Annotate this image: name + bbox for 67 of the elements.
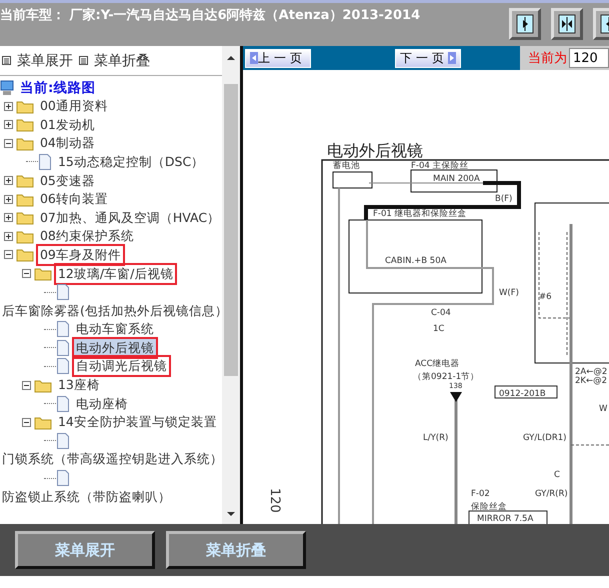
tree-page-item[interactable]: 电动座椅 [74,394,130,413]
folder-icon [16,173,34,188]
tree-folder-item[interactable]: 05变速器 [38,172,97,190]
scrollbar[interactable] [222,46,240,524]
computer-icon [0,80,14,96]
tree-folder-item[interactable]: 07加热、通风及空调（HVAC） [38,208,222,227]
folder-icon [16,117,34,132]
vehicle-title: 当前车型： 厂家:Y-一汽马自达马自达6阿特兹（Atenza）2013-2014 [0,6,420,24]
expand-toggle[interactable] [4,102,13,111]
tree-page-item[interactable]: 后车窗除雾器(包括加热外后视镜信息） [0,302,222,320]
document-icon [38,154,52,170]
next-page-button[interactable]: 下一页 [395,48,461,68]
tree-page-item[interactable]: 电动车窗系统 [74,320,156,338]
tree-page-item[interactable]: 15动态稳定控制（DSC） [56,152,206,171]
document-icon [56,470,70,486]
collapse-toggle[interactable] [4,250,13,260]
expand-toggle[interactable] [4,120,13,130]
tree-folder-item[interactable]: 13座椅 [56,376,102,394]
layout-toggle-button[interactable] [551,8,583,40]
right-arrow-icon [448,52,456,64]
expand-toggle[interactable] [4,194,13,204]
document-icon [56,432,70,449]
folder-icon [34,266,52,282]
tree-folder-item[interactable]: 01发动机 [38,116,97,134]
collapse-toggle[interactable] [22,380,31,390]
folder-icon [16,210,34,226]
folder-icon [34,378,52,393]
expand-toggle[interactable] [4,176,13,186]
document-icon [56,358,70,374]
tree-folder-item[interactable]: 08约束保护系统 [38,227,136,246]
tree-folder-item[interactable]: 14安全防护装置与锁定装置 [56,413,219,432]
folder-icon [16,98,34,114]
tree-page-item[interactable]: 门锁系统（带高级遥控钥匙进入系统） [0,450,222,468]
tree-page-item[interactable]: 防盗锁止系统（带防盗喇叭） [0,488,173,506]
document-icon [56,340,70,356]
list-icon [79,56,88,65]
page-number-field[interactable]: 120 [569,48,609,68]
folder-icon [16,136,34,151]
folder-icon [16,192,34,207]
collapse-toggle[interactable] [4,138,13,148]
folder-icon [16,228,34,244]
folder-icon [34,414,52,430]
previous-page-button[interactable]: 上一页 [245,48,311,68]
document-icon [56,321,70,338]
folder-icon [16,247,34,262]
tree-page-item[interactable]: 自动调光后视镜 [74,357,169,376]
tree-folder-item[interactable]: 00通用资料 [38,97,110,116]
list-icon [2,56,11,65]
tree-folder-item[interactable]: 09车身及附件 [38,246,123,264]
menu-link[interactable]: 菜单展开 [2,52,73,70]
tree-folder-item[interactable]: 12玻璃/车窗/后视镜 [56,264,176,283]
document-icon [56,396,70,412]
left-arrow-icon [250,52,258,64]
scroll-up-icon[interactable] [226,54,236,62]
document-icon [56,284,70,300]
scroll-down-icon[interactable] [226,510,236,518]
menu-link[interactable]: 菜单折叠 [79,52,150,70]
collapse-toggle[interactable] [22,418,31,427]
tree-root-label: 当前:线路图 [18,78,96,97]
layout-toggle-button[interactable] [509,8,541,40]
expand-toggle[interactable] [4,213,13,222]
collapse-toggle[interactable] [22,269,31,278]
expand-toggle[interactable] [4,232,13,241]
tree-folder-item[interactable]: 06转向装置 [38,190,110,208]
current-page-label: 当前为 [528,50,567,67]
tree-folder-item[interactable]: 04制动器 [38,134,97,152]
tree-page-item[interactable]: 电动外后视镜 [74,338,156,357]
